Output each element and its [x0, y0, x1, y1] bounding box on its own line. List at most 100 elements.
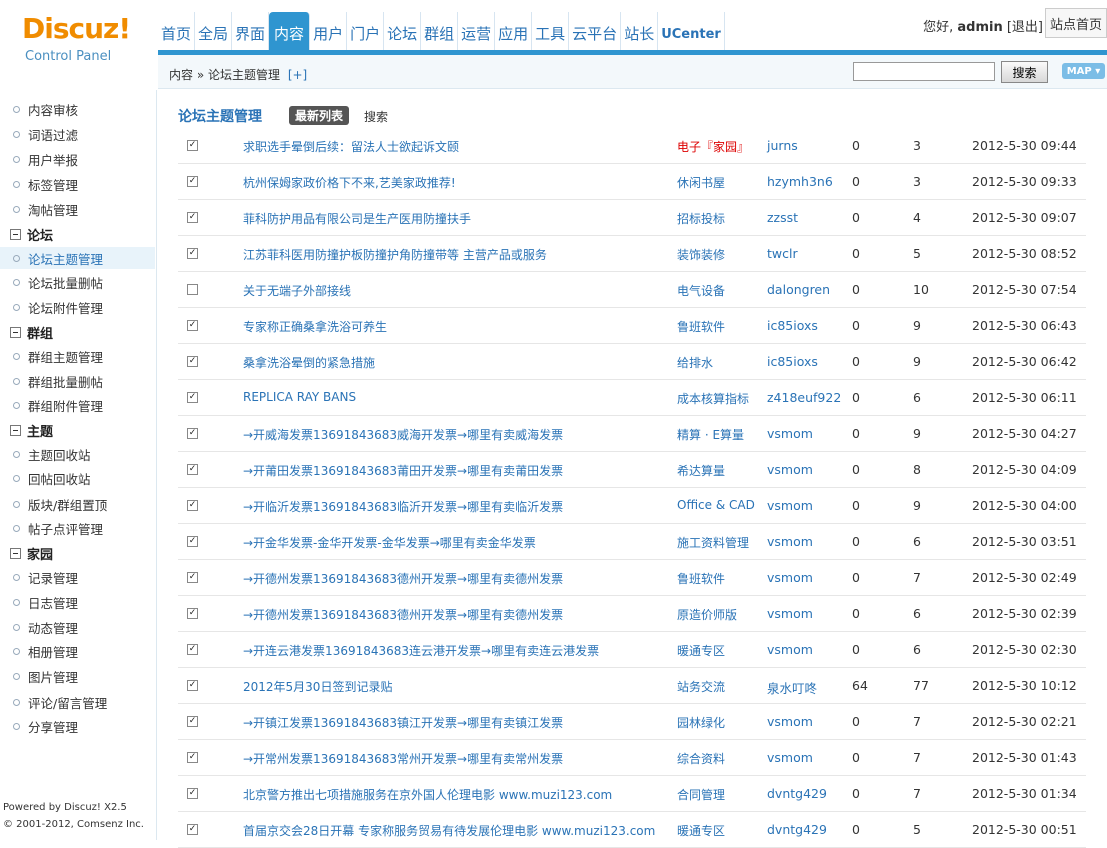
forum-link[interactable]: 装饰装修: [677, 246, 725, 263]
author-link[interactable]: zzsst: [767, 210, 798, 225]
author-link[interactable]: dvntg429: [767, 786, 827, 801]
sidebar-item[interactable]: 内容审核: [0, 98, 155, 120]
thread-title-link[interactable]: 北京警方推出七项措施服务在京外国人伦理电影 www.muzi123.com: [243, 786, 612, 803]
sidebar-group[interactable]: 论坛: [0, 223, 155, 245]
row-checkbox[interactable]: ✓: [187, 608, 198, 619]
row-checkbox[interactable]: ✓: [187, 212, 198, 223]
forum-link[interactable]: 暖通专区: [677, 642, 725, 659]
thread-title-link[interactable]: →开常州发票13691843683常州开发票→哪里有卖常州发票: [243, 750, 563, 767]
forum-link[interactable]: 站务交流: [677, 678, 725, 695]
site-home-button[interactable]: 站点首页: [1045, 8, 1107, 38]
author-link[interactable]: ic85ioxs: [767, 318, 818, 333]
author-link[interactable]: hzymh3n6: [767, 174, 833, 189]
row-checkbox[interactable]: ✓: [187, 680, 198, 691]
thread-title-link[interactable]: 首届京交会28日开幕 专家称服务贸易有待发展伦理电影 www.muzi123.c…: [243, 822, 655, 839]
nav-item[interactable]: 应用: [495, 12, 533, 50]
row-checkbox[interactable]: ✓: [187, 356, 198, 367]
author-link[interactable]: dvntg429: [767, 822, 827, 837]
nav-item[interactable]: 内容: [269, 12, 311, 50]
row-checkbox[interactable]: ✓: [187, 644, 198, 655]
author-link[interactable]: jurns: [767, 138, 798, 153]
author-link[interactable]: vsmom: [767, 498, 813, 513]
nav-item[interactable]: 论坛: [384, 12, 422, 50]
add-shortcut-link[interactable]: [+]: [288, 68, 307, 82]
author-link[interactable]: vsmom: [767, 462, 813, 477]
sidebar-item[interactable]: 评论/留言管理: [0, 691, 155, 713]
forum-link[interactable]: 给排水: [677, 354, 713, 371]
sidebar-item[interactable]: 论坛主题管理: [0, 247, 155, 269]
row-checkbox[interactable]: ✓: [187, 320, 198, 331]
sidebar-item[interactable]: 群组附件管理: [0, 394, 155, 416]
collapse-icon[interactable]: [10, 424, 21, 436]
logout-link[interactable]: [退出]: [1007, 20, 1043, 35]
forum-link[interactable]: 综合资料: [677, 750, 725, 767]
author-link[interactable]: vsmom: [767, 426, 813, 441]
thread-title-link[interactable]: 桑拿洗浴晕倒的紧急措施: [243, 354, 375, 371]
author-link[interactable]: dalongren: [767, 282, 830, 297]
author-link[interactable]: vsmom: [767, 642, 813, 657]
forum-link[interactable]: 电子『家园』: [677, 138, 749, 155]
forum-link[interactable]: 招标投标: [677, 210, 725, 227]
thread-title-link[interactable]: →开莆田发票13691843683莆田开发票→哪里有卖莆田发票: [243, 462, 563, 479]
sidebar-item[interactable]: 分享管理: [0, 715, 155, 737]
forum-link[interactable]: 希达算量: [677, 462, 725, 479]
row-checkbox[interactable]: ✓: [187, 716, 198, 727]
nav-item[interactable]: 站长: [621, 12, 659, 50]
forum-link[interactable]: 休闲书屋: [677, 174, 725, 191]
author-link[interactable]: ic85ioxs: [767, 354, 818, 369]
row-checkbox[interactable]: ✓: [187, 752, 198, 763]
sidebar-group[interactable]: 群组: [0, 321, 155, 343]
forum-link[interactable]: 鲁班软件: [677, 570, 725, 587]
sidebar-item[interactable]: 帖子点评管理: [0, 517, 155, 539]
search-button[interactable]: 搜索: [1001, 61, 1048, 83]
row-checkbox[interactable]: [187, 284, 198, 295]
thread-title-link[interactable]: 2012年5月30日签到记录贴: [243, 678, 392, 695]
sidebar-item[interactable]: 群组批量删帖: [0, 370, 155, 392]
nav-item[interactable]: 界面: [232, 12, 270, 50]
discuz-logo[interactable]: Discuz! Control Panel: [0, 0, 157, 90]
thread-title-link[interactable]: REPLICA RAY BANS: [243, 390, 356, 404]
collapse-icon[interactable]: [10, 326, 21, 338]
search-input[interactable]: [853, 62, 995, 81]
sidebar-item[interactable]: 论坛批量删帖: [0, 271, 155, 293]
thread-title-link[interactable]: →开金华发票-金华开发票-金华发票→哪里有卖金华发票: [243, 534, 536, 551]
sidebar-item[interactable]: 回帖回收站: [0, 467, 155, 489]
sidebar-item[interactable]: 版块/群组置顶: [0, 493, 155, 515]
row-checkbox[interactable]: ✓: [187, 392, 198, 403]
sidebar-item[interactable]: 淘帖管理: [0, 198, 155, 220]
collapse-icon[interactable]: [10, 228, 21, 240]
row-checkbox[interactable]: ✓: [187, 536, 198, 547]
row-checkbox[interactable]: ✓: [187, 464, 198, 475]
author-link[interactable]: 泉水叮咚: [767, 678, 817, 697]
forum-link[interactable]: Office & CAD: [677, 498, 755, 512]
row-checkbox[interactable]: ✓: [187, 248, 198, 259]
thread-title-link[interactable]: →开连云港发票13691843683连云港开发票→哪里有卖连云港发票: [243, 642, 599, 659]
author-link[interactable]: vsmom: [767, 570, 813, 585]
tab-latest-list[interactable]: 最新列表: [289, 106, 350, 125]
thread-title-link[interactable]: →开德州发票13691843683德州开发票→哪里有卖德州发票: [243, 570, 563, 587]
forum-link[interactable]: 施工资料管理: [677, 534, 749, 551]
sidebar-item[interactable]: 用户举报: [0, 148, 155, 170]
author-link[interactable]: vsmom: [767, 714, 813, 729]
sidebar-item[interactable]: 图片管理: [0, 665, 155, 687]
author-link[interactable]: twclr: [767, 246, 798, 261]
author-link[interactable]: vsmom: [767, 750, 813, 765]
sidebar-group[interactable]: 主题: [0, 419, 155, 441]
row-checkbox[interactable]: ✓: [187, 824, 198, 835]
sidebar-group[interactable]: 家园: [0, 542, 155, 564]
nav-item[interactable]: 全局: [195, 12, 233, 50]
forum-link[interactable]: 精算 · E算量: [677, 426, 744, 443]
nav-item[interactable]: UCenter: [658, 12, 725, 50]
forum-link[interactable]: 电气设备: [677, 282, 725, 299]
sidebar-item[interactable]: 动态管理: [0, 616, 155, 638]
sidebar-item[interactable]: 相册管理: [0, 640, 155, 662]
map-button[interactable]: MAP ▾: [1062, 63, 1105, 79]
sidebar-item[interactable]: 记录管理: [0, 566, 155, 588]
nav-item[interactable]: 门户: [347, 12, 385, 50]
thread-title-link[interactable]: 关于无端子外部接线: [243, 282, 351, 299]
sidebar-item[interactable]: 标签管理: [0, 173, 155, 195]
sidebar-item[interactable]: 词语过滤: [0, 123, 155, 145]
sidebar-item[interactable]: 群组主题管理: [0, 345, 155, 367]
forum-link[interactable]: 成本核算指标: [677, 390, 749, 407]
sidebar-item[interactable]: 日志管理: [0, 591, 155, 613]
